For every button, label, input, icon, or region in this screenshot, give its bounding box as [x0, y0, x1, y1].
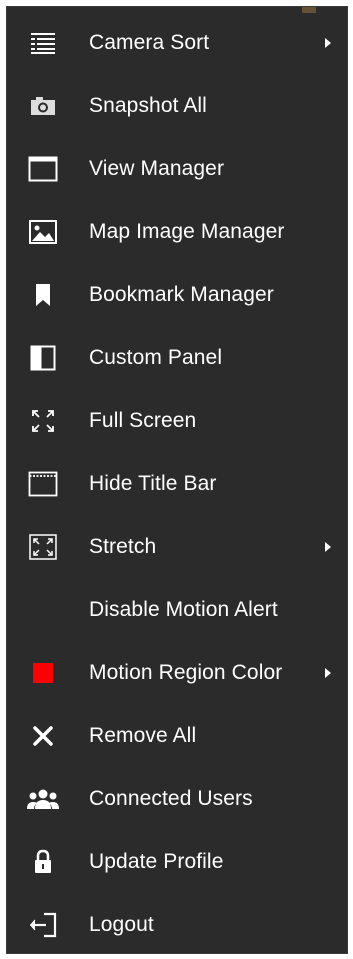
- menu-item-label: Bookmark Manager: [89, 282, 274, 306]
- users-icon: [25, 781, 61, 817]
- menu-item-full-screen[interactable]: Full Screen: [7, 389, 347, 452]
- menu-item-bookmark-manager[interactable]: Bookmark Manager: [7, 263, 347, 326]
- menu-item-camera-sort[interactable]: Camera Sort: [7, 11, 347, 74]
- menu-item-stretch[interactable]: Stretch: [7, 515, 347, 578]
- menu-item-label: Disable Motion Alert: [89, 597, 278, 621]
- menu-item-update-profile[interactable]: Update Profile: [7, 830, 347, 893]
- list-icon: [25, 25, 61, 61]
- menu-item-label: Logout: [89, 912, 154, 936]
- menu-item-label: Update Profile: [89, 849, 224, 873]
- menu-item-label: Remove All: [89, 723, 197, 747]
- menu-item-disable-motion-alert[interactable]: Disable Motion Alert: [7, 578, 347, 641]
- camera-icon: [25, 88, 61, 124]
- menu-item-label: Map Image Manager: [89, 219, 285, 243]
- submenu-arrow-icon: [325, 667, 331, 678]
- menu-item-label: Connected Users: [89, 786, 253, 810]
- context-menu: Camera Sort Snapshot All View Manager Ma…: [6, 6, 348, 954]
- menu-item-label: Camera Sort: [89, 30, 210, 54]
- menu-item-remove-all[interactable]: Remove All: [7, 704, 347, 767]
- logout-icon: [25, 907, 61, 943]
- menu-item-label: Custom Panel: [89, 345, 223, 369]
- panel-icon: [25, 340, 61, 376]
- title-bar-icon: [25, 466, 61, 502]
- menu-item-map-image-manager[interactable]: Map Image Manager: [7, 200, 347, 263]
- menu-item-label: Motion Region Color: [89, 660, 283, 684]
- submenu-arrow-icon: [325, 37, 331, 48]
- submenu-arrow-icon: [325, 541, 331, 552]
- menu-item-snapshot-all[interactable]: Snapshot All: [7, 74, 347, 137]
- menu-item-hide-title-bar[interactable]: Hide Title Bar: [7, 452, 347, 515]
- menu-item-label: Snapshot All: [89, 93, 207, 117]
- menu-item-connected-users[interactable]: Connected Users: [7, 767, 347, 830]
- menu-item-custom-panel[interactable]: Custom Panel: [7, 326, 347, 389]
- menu-item-logout[interactable]: Logout: [7, 893, 347, 956]
- close-icon: [25, 718, 61, 754]
- menu-item-label: Hide Title Bar: [89, 471, 217, 495]
- stretch-icon: [25, 529, 61, 565]
- window-icon: [25, 151, 61, 187]
- color-swatch-icon: [25, 655, 61, 691]
- menu-item-view-manager[interactable]: View Manager: [7, 137, 347, 200]
- menu-item-label: Stretch: [89, 534, 157, 558]
- fullscreen-icon: [25, 403, 61, 439]
- menu-item-label: Full Screen: [89, 408, 197, 432]
- lock-icon: [25, 844, 61, 880]
- image-icon: [25, 214, 61, 250]
- bookmark-icon: [25, 277, 61, 313]
- menu-item-motion-region-color[interactable]: Motion Region Color: [7, 641, 347, 704]
- menu-item-label: View Manager: [89, 156, 225, 180]
